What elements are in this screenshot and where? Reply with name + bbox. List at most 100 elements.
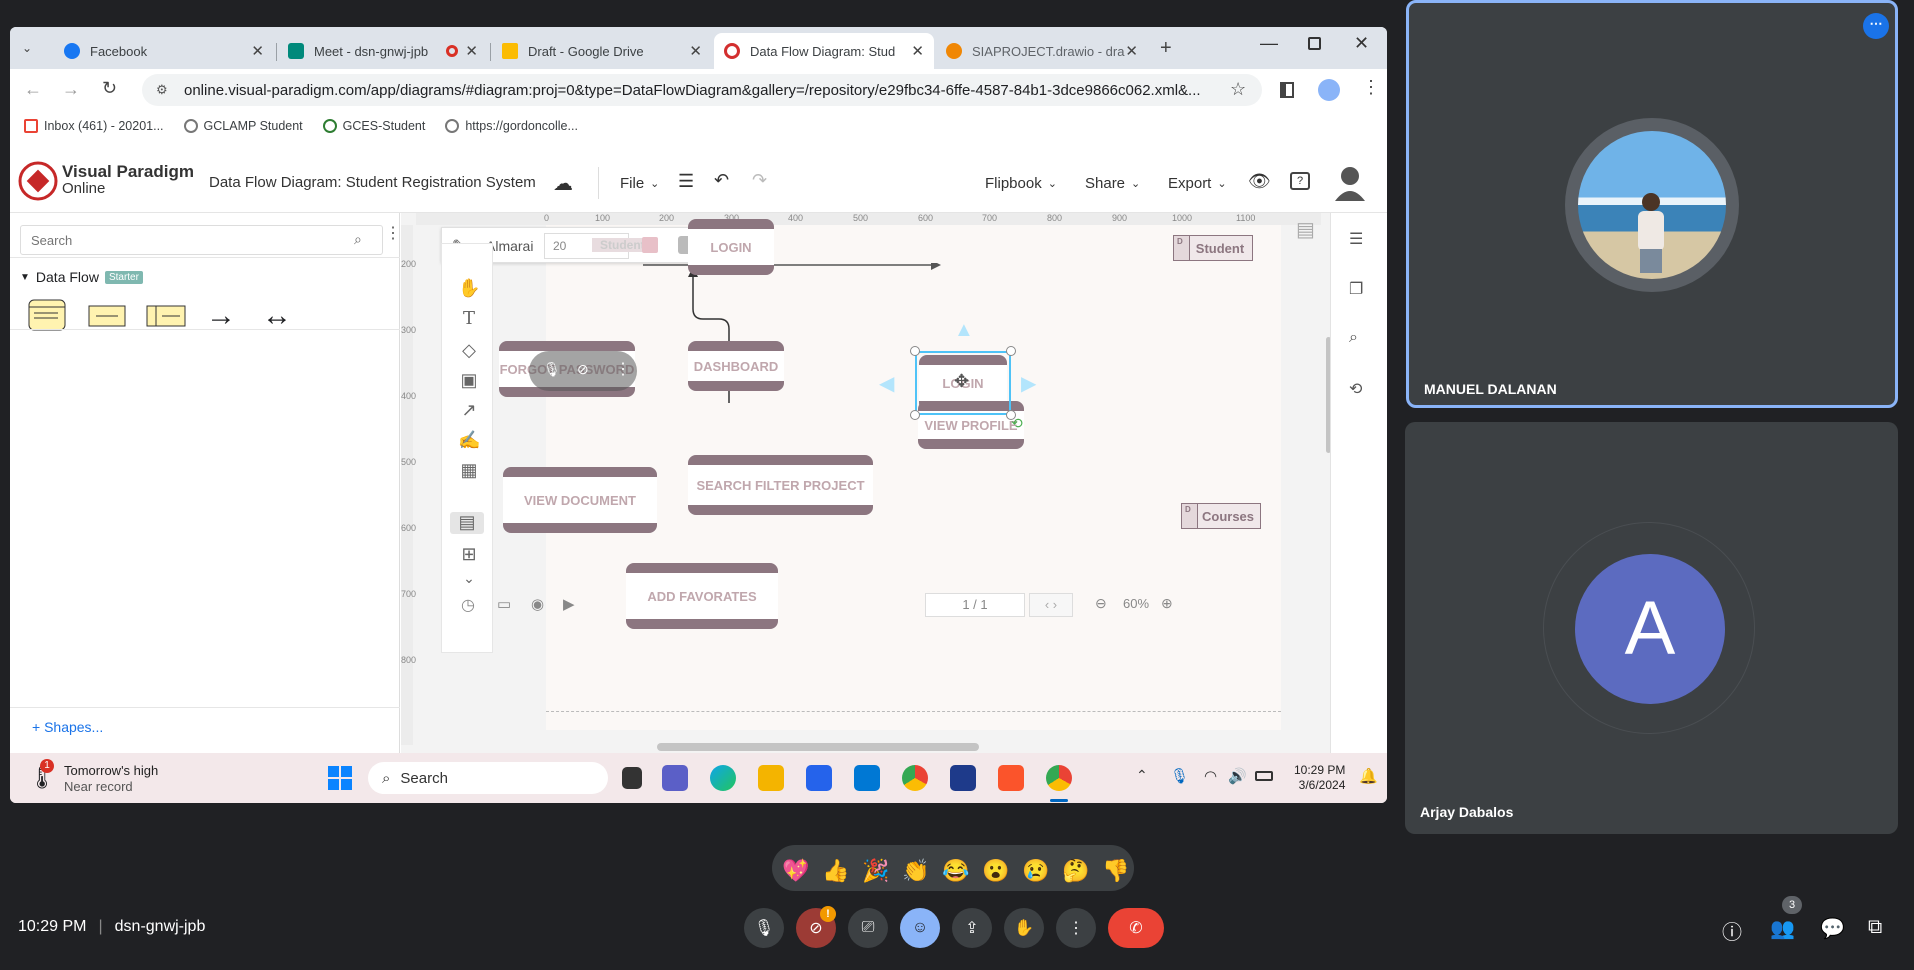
timer-icon[interactable]: ◷ [461,595,475,615]
tile-more-options-icon[interactable]: ⋯ [1863,13,1889,39]
shapes-tool-icon[interactable]: ◇ [458,340,480,362]
participant-tile-manuel[interactable]: ⋯ MANUEL DALANAN [1406,0,1898,408]
rotate-handle-icon[interactable]: ⟲ [1011,415,1023,432]
tab-drawio[interactable]: SIAPROJECT.drawio - dra ✕ [936,33,1148,69]
reaction-thinking[interactable]: 🤔 [1062,858,1089,884]
bidirectional-arrow-shape[interactable]: ↔ [262,301,292,331]
document-title[interactable]: Data Flow Diagram: Student Registration … [209,174,536,191]
process-login-top[interactable]: LOGIN [688,219,774,275]
participant-tile-arjay[interactable]: A Arjay Dabalos [1405,422,1898,834]
resize-handle[interactable] [1006,346,1016,356]
page-indicator[interactable]: 1 / 1 [925,593,1025,617]
profile-avatar[interactable] [1318,79,1340,101]
virtualbox-icon[interactable] [950,765,976,791]
chevron-up-icon[interactable]: ⌃ [1136,767,1148,784]
connect-arrow-right-icon[interactable]: ▶ [1021,371,1036,396]
tab-search-icon[interactable]: ⌄ [22,41,38,57]
reaction-thumbs-up[interactable]: 👍 [822,858,849,884]
user-avatar[interactable] [1334,165,1366,201]
microphone-icon[interactable]: 🎙 [1170,767,1189,785]
notification-bell-icon[interactable]: 🔔 [1359,767,1378,785]
restore-button[interactable] [1308,37,1321,50]
diagram-canvas[interactable]: 0 100 200 300 400 500 600 700 800 900 10… [401,213,1331,753]
reaction-sad[interactable]: 😢 [1022,858,1049,884]
process-dashboard[interactable]: DASHBOARD [688,341,784,391]
resize-handle[interactable] [910,346,920,356]
tab-visual-paradigm[interactable]: Data Flow Diagram: Stud ✕ [714,33,934,69]
activities-icon[interactable]: ⧉ [1868,916,1882,939]
browser-menu-icon[interactable]: ⋮ [1362,77,1380,98]
export-menu[interactable]: Export ⌄ [1168,175,1227,192]
undo-icon[interactable]: ↶ [714,170,729,191]
help-icon[interactable]: ? [1290,172,1310,190]
present-icon[interactable]: ▶ [563,595,575,613]
edge-icon[interactable] [710,765,736,791]
present-screen-button[interactable]: ⇪ [952,908,992,948]
close-icon[interactable]: ✕ [251,42,264,60]
reaction-surprised[interactable]: 😮 [982,858,1009,884]
hamburger-menu-icon[interactable]: ☰ [678,171,694,192]
minimap-icon[interactable]: ▤ [1296,217,1315,242]
resize-handle[interactable] [910,410,920,420]
store-icon[interactable] [806,765,832,791]
bookmark-gordon[interactable]: https://gordoncolle... [445,119,578,133]
reaction-thumbs-down[interactable]: 👎 [1102,858,1129,884]
file-explorer-icon[interactable] [758,765,784,791]
mail-icon[interactable] [854,765,880,791]
cloud-icon[interactable]: ☁ [553,171,573,196]
connector-tool-icon[interactable]: ↗ [458,400,480,422]
url-field[interactable]: ⚙ online.visual-paradigm.com/app/diagram… [142,74,1262,106]
windows-start-icon[interactable] [328,766,352,790]
reaction-heart[interactable]: 💖 [782,858,809,884]
captions-button[interactable]: ⎚ [848,908,888,948]
flipbook-menu[interactable]: Flipbook ⌄ [985,175,1057,192]
arrow-shape[interactable]: → [206,301,236,331]
process-search-filter-project[interactable]: SEARCH FILTER PROJECT [688,455,873,515]
bookmark-star-icon[interactable]: ☆ [1230,79,1246,100]
chrome-profile-icon[interactable] [1046,765,1072,791]
zoom-level[interactable]: 60% [1123,596,1149,611]
chat-icon[interactable]: 💬 [1820,916,1845,941]
process-shape[interactable] [28,299,66,331]
comment-icon[interactable]: ◉ [531,595,544,613]
meeting-details-icon[interactable]: ⓘ [1722,916,1742,945]
image-tool-icon[interactable]: ▣ [458,370,480,392]
raise-hand-button[interactable]: ✋ [1004,908,1044,948]
more-options-button[interactable]: ⋮ [1056,908,1096,948]
process-view-document[interactable]: VIEW DOCUMENT [503,467,657,533]
close-icon[interactable]: ✕ [689,42,702,60]
bookmark-gces[interactable]: GCES-Student [322,119,425,133]
tab-meet[interactable]: Meet - dsn-gnwj-jpb ✕ [278,33,488,69]
chrome-icon[interactable] [902,765,928,791]
share-menu[interactable]: Share ⌄ [1085,175,1140,192]
zoom-out-icon[interactable]: ⊖ [1095,595,1107,612]
text-tool-icon[interactable]: T [458,308,480,330]
bookmark-gclamp[interactable]: GCLAMP Student [183,119,303,133]
history-icon[interactable]: ⟲ [1349,379,1362,399]
minimize-button[interactable]: — [1260,33,1278,54]
forward-icon[interactable]: → [62,79,80,100]
redo-icon[interactable]: ↷ [752,170,767,191]
format-settings-icon[interactable]: ☰ [1349,229,1363,249]
external-entity-shape[interactable] [146,305,186,327]
people-icon[interactable]: 👥 [1770,916,1795,941]
leave-call-button[interactable]: ✆ [1108,908,1164,948]
data-store-shape[interactable] [88,305,126,327]
pages-icon[interactable]: ❐ [1349,279,1363,299]
preview-eye-icon[interactable]: 👁 [1248,171,1271,192]
entity-courses[interactable]: D Courses [1181,503,1261,529]
wifi-icon[interactable]: ◠ [1204,767,1217,785]
entity-student[interactable]: D Student [1173,235,1253,261]
panel-toggle-icon[interactable]: ▤ [450,512,484,534]
back-icon[interactable]: ← [24,79,42,100]
taskbar-clock[interactable]: 10:29 PM 3/6/2024 [1294,763,1345,793]
reaction-party[interactable]: 🎉 [862,858,889,884]
app-icon[interactable] [622,767,642,789]
page-nav-arrows[interactable]: ‹ › [1029,593,1073,617]
close-icon[interactable]: ✕ [465,42,478,60]
panel-more-icon[interactable]: ⋮ [385,223,401,243]
new-tab-button[interactable]: + [1160,37,1172,60]
close-icon[interactable]: ✕ [911,42,924,60]
zoom-in-icon[interactable]: ⊕ [1161,595,1173,612]
emoji-reactions-button[interactable]: ☺ [900,908,940,948]
